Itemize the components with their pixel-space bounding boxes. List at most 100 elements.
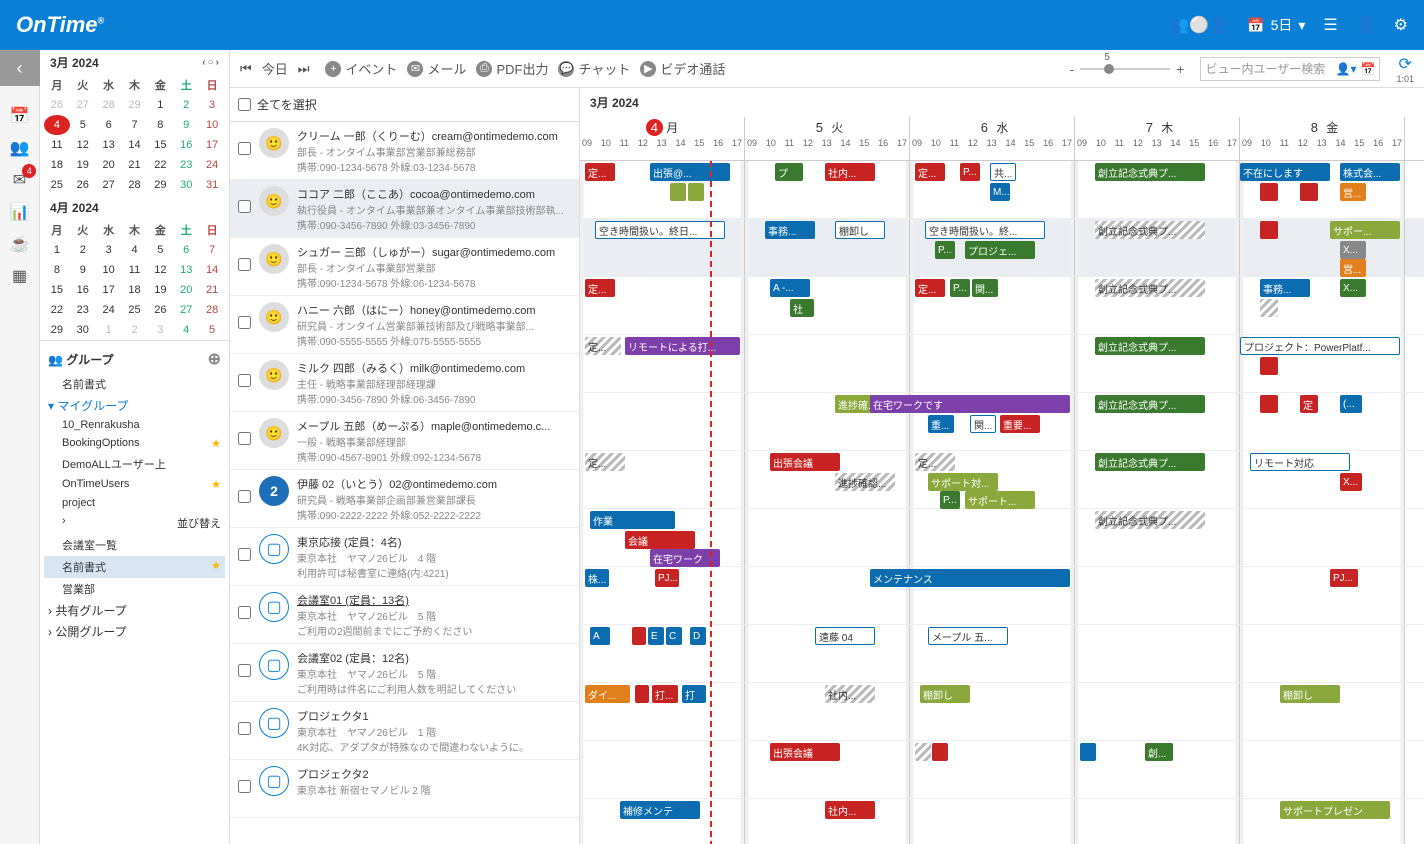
person-checkbox[interactable] bbox=[238, 200, 251, 213]
cal-day[interactable]: 28 bbox=[122, 175, 148, 195]
calendar-event[interactable]: 出張会議 bbox=[770, 743, 840, 761]
calendar-event[interactable]: A bbox=[590, 627, 610, 645]
calendar-event[interactable]: 打... bbox=[652, 685, 678, 703]
group-item[interactable]: project bbox=[44, 494, 225, 512]
calendar-event[interactable]: 営... bbox=[1340, 259, 1366, 277]
cal-day[interactable]: 29 bbox=[147, 175, 173, 195]
cal-day[interactable]: 6 bbox=[173, 240, 199, 260]
calendar-event[interactable]: 棚卸し bbox=[835, 221, 885, 239]
calendar-event[interactable]: PJ... bbox=[655, 569, 679, 587]
calendar-event[interactable] bbox=[1260, 221, 1278, 239]
cal-day[interactable]: 9 bbox=[173, 115, 199, 135]
people-icon[interactable]: 👥 bbox=[10, 138, 30, 158]
cal-day[interactable]: 19 bbox=[147, 280, 173, 300]
calendar-event[interactable]: 重... bbox=[928, 415, 954, 433]
calendar-event[interactable]: 棚卸し bbox=[920, 685, 970, 703]
cal-day[interactable]: 26 bbox=[70, 175, 96, 195]
person-checkbox[interactable] bbox=[238, 490, 251, 503]
user-icon[interactable]: 👤 bbox=[1356, 15, 1376, 35]
calendar-event[interactable]: P... bbox=[960, 163, 980, 181]
group-item[interactable]: OnTimeUsers★ bbox=[44, 475, 225, 494]
calendar-event[interactable]: 関... bbox=[972, 279, 998, 297]
cal-day[interactable]: 26 bbox=[147, 300, 173, 320]
person-checkbox[interactable] bbox=[238, 548, 251, 561]
person-checkbox[interactable] bbox=[238, 374, 251, 387]
public-groups-header[interactable]: › 公開グループ bbox=[44, 621, 225, 642]
view-selector[interactable]: 📅 5日 ▾ bbox=[1247, 15, 1305, 35]
cal-day[interactable]: 16 bbox=[173, 135, 199, 155]
calendar-event[interactable]: C bbox=[666, 627, 682, 645]
today-button[interactable]: 今日 bbox=[262, 59, 288, 78]
calendar-event[interactable]: X... bbox=[1340, 241, 1366, 259]
calendar-event[interactable]: 不在にします bbox=[1240, 163, 1330, 181]
cal-day[interactable]: 10 bbox=[96, 260, 122, 280]
cal-day[interactable]: 1 bbox=[147, 95, 173, 115]
cal-day[interactable]: 21 bbox=[122, 155, 148, 175]
cal-day[interactable]: 5 bbox=[199, 320, 225, 340]
calendar-event[interactable]: PJ... bbox=[1330, 569, 1358, 587]
grid-row[interactable]: 出張会議創... bbox=[580, 741, 1424, 799]
grid-row[interactable]: ダイ...打...打社内...棚卸し棚卸し bbox=[580, 683, 1424, 741]
calendar-event[interactable]: 定... bbox=[915, 453, 955, 471]
grid-row[interactable]: 株...PJ...メンテナンスPJ... bbox=[580, 567, 1424, 625]
calendar-event[interactable]: 定... bbox=[585, 279, 615, 297]
calendar-event[interactable]: リモート対応 bbox=[1250, 453, 1350, 471]
cal-day[interactable]: 22 bbox=[147, 155, 173, 175]
cal-day[interactable]: 30 bbox=[70, 320, 96, 340]
calendar-event[interactable]: 作業 bbox=[590, 511, 675, 529]
calendar-event[interactable]: 空き時間扱い。終... bbox=[925, 221, 1045, 239]
cal-day[interactable]: 29 bbox=[44, 320, 70, 340]
calendar-event[interactable]: 関... bbox=[970, 415, 996, 433]
calendar-event[interactable]: 打 bbox=[682, 685, 706, 703]
calendar-event[interactable]: 出張@... bbox=[650, 163, 730, 181]
calendar-event[interactable] bbox=[1080, 743, 1096, 761]
calendar-event[interactable]: 在宅ワーク bbox=[650, 549, 720, 567]
calendar-event[interactable]: 棚卸し bbox=[1280, 685, 1340, 703]
grid-row[interactable]: 定...出張会議進捗確認...定...サポート対...P...サポート...創立… bbox=[580, 451, 1424, 509]
calendar-event[interactable]: (... bbox=[1340, 395, 1362, 413]
person-row[interactable]: 🙂ココア 二郎（ここあ）cocoa@ontimedemo.com執行役員 - オ… bbox=[230, 180, 579, 238]
calendar-event[interactable]: ダイ... bbox=[585, 685, 630, 703]
cal-day[interactable]: 15 bbox=[147, 135, 173, 155]
calendar-icon[interactable]: 📅 bbox=[10, 106, 30, 126]
cal-day[interactable]: 25 bbox=[122, 300, 148, 320]
cal-day[interactable]: 14 bbox=[122, 135, 148, 155]
group-item[interactable]: 10_Renrakusha bbox=[44, 416, 225, 434]
cal-day[interactable]: 16 bbox=[70, 280, 96, 300]
person-checkbox[interactable] bbox=[238, 722, 251, 735]
person-row[interactable]: ▢プロジェクタ2東京本社 新宿セマノビル 2 階 bbox=[230, 760, 579, 818]
calendar-event[interactable]: P... bbox=[935, 241, 955, 259]
gear-icon[interactable]: ⚙ bbox=[1394, 15, 1408, 35]
calendar-event[interactable]: 補修メンテ bbox=[620, 801, 700, 819]
calendar-event[interactable]: 会議 bbox=[625, 531, 695, 549]
calendar-event[interactable]: 事務... bbox=[1260, 279, 1310, 297]
grid-row[interactable]: 定...A -...社定...P...関...創立記念式典プ...事務...X.… bbox=[580, 277, 1424, 335]
person-row[interactable]: 🙂メープル 五郎（めーぷる）maple@ontimedemo.c...一般 - … bbox=[230, 412, 579, 470]
calendar-event[interactable]: 創立記念式典プ... bbox=[1095, 511, 1205, 529]
calendar-event[interactable]: 創立記念式典プ... bbox=[1095, 221, 1205, 239]
cal-day[interactable]: 26 bbox=[44, 95, 70, 115]
group-item[interactable]: BookingOptions★ bbox=[44, 434, 225, 453]
calendar-event[interactable] bbox=[1260, 357, 1278, 375]
calendar-event[interactable] bbox=[1300, 183, 1318, 201]
calendar-event[interactable]: 社 bbox=[790, 299, 814, 317]
cal-day[interactable]: 12 bbox=[147, 260, 173, 280]
calendar-event[interactable]: A -... bbox=[770, 279, 810, 297]
cal-day[interactable]: 2 bbox=[173, 95, 199, 115]
calendar-event[interactable]: 定... bbox=[585, 163, 615, 181]
calendar-event[interactable]: 出張会議 bbox=[770, 453, 840, 471]
calendar-event[interactable]: 創立記念式典プ... bbox=[1095, 337, 1205, 355]
calendar-event[interactable] bbox=[632, 627, 646, 645]
cal-day[interactable]: 23 bbox=[173, 155, 199, 175]
cal-day[interactable]: 19 bbox=[70, 155, 96, 175]
cal-day[interactable]: 12 bbox=[70, 135, 96, 155]
cal-day[interactable]: 23 bbox=[70, 300, 96, 320]
chat-button[interactable]: 💬チャット bbox=[558, 59, 630, 78]
person-row[interactable]: ▢東京応接 (定員：4名)東京本社 ヤマノ26ビル 4 階利用許可は秘書室に連絡… bbox=[230, 528, 579, 586]
cal-day[interactable]: 3 bbox=[199, 95, 225, 115]
cal-day[interactable]: 20 bbox=[96, 155, 122, 175]
select-all-checkbox[interactable] bbox=[238, 98, 251, 111]
cal-day[interactable]: 3 bbox=[147, 320, 173, 340]
cal-day[interactable]: 9 bbox=[70, 260, 96, 280]
calendar-event[interactable] bbox=[688, 183, 704, 201]
